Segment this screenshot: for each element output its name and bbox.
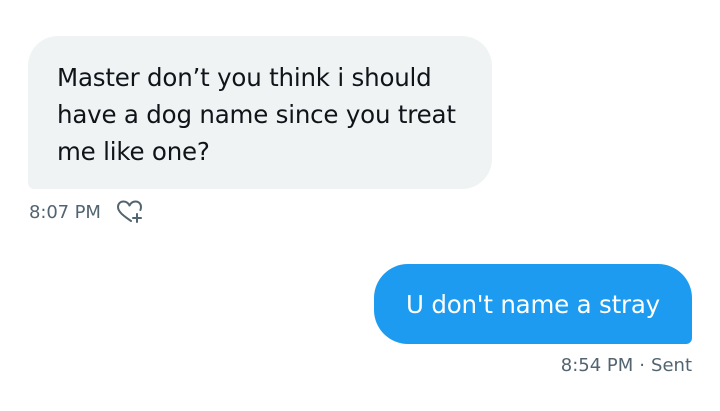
received-message-text: Master don’t you think i should have a d… <box>57 63 456 166</box>
sent-message-time: 8:54 PM <box>560 355 634 376</box>
sent-message-text: U don't name a stray <box>406 289 660 319</box>
sent-message-bubble[interactable]: U don't name a stray <box>374 264 692 344</box>
sent-status: Sent <box>651 355 692 376</box>
received-message-meta: 8:07 PM <box>29 199 145 225</box>
received-message-bubble[interactable]: Master don’t you think i should have a d… <box>28 36 492 189</box>
heart-plus-icon[interactable] <box>115 199 145 225</box>
sent-message-meta: 8:54 PM · Sent <box>561 355 692 376</box>
meta-separator: · <box>639 355 646 376</box>
received-message-time: 8:07 PM <box>29 201 101 223</box>
